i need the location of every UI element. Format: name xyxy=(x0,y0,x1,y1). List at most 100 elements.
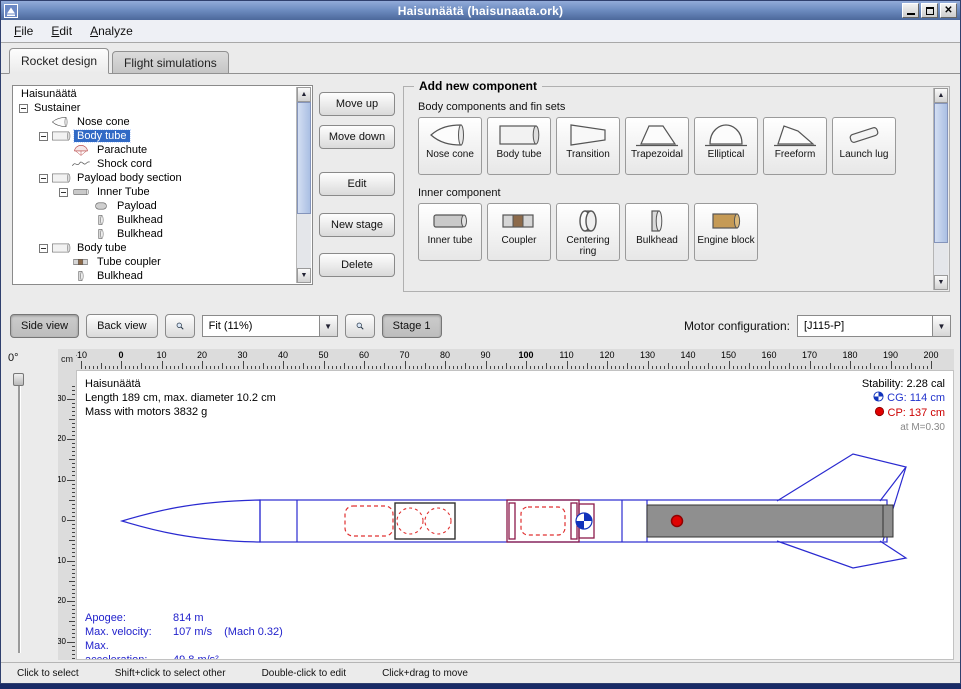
ruler-tick xyxy=(688,361,689,369)
parachute-icon xyxy=(71,144,91,156)
chevron-down-icon[interactable]: ▼ xyxy=(319,316,337,336)
ruler-tick xyxy=(72,585,75,586)
inner-tube-outline[interactable] xyxy=(395,503,455,539)
delete-button[interactable]: Delete xyxy=(319,253,395,277)
scroll-down-arrow-icon[interactable]: ▼ xyxy=(297,268,311,283)
ruler-tick xyxy=(129,366,130,369)
tree-collapse-handle-icon[interactable] xyxy=(39,132,48,141)
tree-item-sustainer[interactable]: Sustainer xyxy=(14,101,296,115)
add-centering-ring-button[interactable]: Centering ring xyxy=(556,203,620,261)
zoom-select[interactable]: Fit (11%) ▼ xyxy=(202,315,338,337)
ruler-tick xyxy=(769,361,770,369)
tree-item-tube-coupler[interactable]: Tube coupler xyxy=(14,255,296,269)
nose-cone-shape[interactable] xyxy=(122,500,260,542)
maximize-button[interactable] xyxy=(921,3,938,18)
add-coupler-button[interactable]: Coupler xyxy=(487,203,551,261)
close-button[interactable]: ✕ xyxy=(940,3,957,18)
minimize-button[interactable] xyxy=(902,3,919,18)
tree-item-bulkhead[interactable]: Bulkhead xyxy=(14,213,296,227)
ruler-tick xyxy=(830,363,831,369)
tree-collapse-handle-icon[interactable] xyxy=(39,244,48,253)
scrollbar-thumb[interactable] xyxy=(934,103,948,243)
ruler-tick xyxy=(263,363,264,369)
ruler-tick xyxy=(72,475,75,476)
add-nose-cone-button[interactable]: Nose cone xyxy=(418,117,482,175)
tab-flight-simulations[interactable]: Flight simulations xyxy=(112,51,229,74)
tree-item-shock-cord[interactable]: Shock cord xyxy=(14,157,296,171)
ruler-tick xyxy=(882,366,883,369)
scroll-up-arrow-icon[interactable]: ▲ xyxy=(297,87,311,102)
tree-handle-spacer xyxy=(79,230,88,239)
ruler-tick xyxy=(72,492,75,493)
add-elliptical-button[interactable]: Elliptical xyxy=(694,117,758,175)
tree-collapse-handle-icon[interactable] xyxy=(19,104,28,113)
parachute-outline[interactable] xyxy=(345,506,393,536)
ruler-tick xyxy=(72,633,75,634)
scroll-down-arrow-icon[interactable]: ▼ xyxy=(934,275,948,290)
tree-collapse-handle-icon[interactable] xyxy=(39,174,48,183)
zoom-in-button[interactable] xyxy=(345,314,375,338)
tree-item-payload-body-section[interactable]: Payload body section xyxy=(14,171,296,185)
tree-item-bulkhead[interactable]: Bulkhead xyxy=(14,227,296,241)
cp-marker xyxy=(672,516,683,527)
side-view-button[interactable]: Side view xyxy=(10,314,79,338)
add-inner-tube-button[interactable]: Inner tube xyxy=(418,203,482,261)
move-up-button[interactable]: Move up xyxy=(319,92,395,116)
menu-analyze[interactable]: Analyze xyxy=(81,21,142,41)
ruler-tick xyxy=(453,366,454,369)
ruler-tick xyxy=(481,366,482,369)
tree-item-inner-tube[interactable]: Inner Tube xyxy=(14,185,296,199)
tree-item-label: Bulkhead xyxy=(114,228,166,240)
max-acceleration-row: Max. acceleration:49.8 m/s² xyxy=(85,639,283,660)
add-body-tube-button[interactable]: Body tube xyxy=(487,117,551,175)
component-button-label: Transition xyxy=(558,149,618,160)
move-down-button[interactable]: Move down xyxy=(319,125,395,149)
edit-button[interactable]: Edit xyxy=(319,172,395,196)
menu-edit[interactable]: Edit xyxy=(42,21,81,41)
zoom-out-button[interactable] xyxy=(165,314,195,338)
add-trapezoidal-button[interactable]: Trapezoidal xyxy=(625,117,689,175)
back-view-button[interactable]: Back view xyxy=(86,314,158,338)
stage-1-toggle-button[interactable]: Stage 1 xyxy=(382,314,442,338)
scroll-up-arrow-icon[interactable]: ▲ xyxy=(934,88,948,103)
rocket-canvas[interactable]: Haisunäätä Length 189 cm, max. diameter … xyxy=(76,370,954,660)
tree-item-haisun-t[interactable]: Haisunäätä xyxy=(14,87,296,101)
tree-collapse-handle-icon[interactable] xyxy=(59,188,68,197)
tree-item-payload[interactable]: Payload xyxy=(14,199,296,213)
application-window: Haisunäätä (haisunaata.ork) ✕ File Edit … xyxy=(0,0,961,684)
new-stage-button[interactable]: New stage xyxy=(319,213,395,237)
chevron-down-icon[interactable]: ▼ xyxy=(932,316,950,336)
add-freeform-button[interactable]: Freeform xyxy=(763,117,827,175)
motor-configuration-select[interactable]: [J115-P] ▼ xyxy=(797,315,951,337)
ruler-tick xyxy=(400,366,401,369)
add-panel-scrollbar[interactable]: ▲ ▼ xyxy=(933,88,948,290)
tree-item-bulkhead[interactable]: Bulkhead xyxy=(14,269,296,283)
tree-scrollbar[interactable]: ▲ ▼ xyxy=(296,87,311,283)
add-bulkhead-button[interactable]: Bulkhead xyxy=(625,203,689,261)
ruler-tick xyxy=(874,366,875,369)
add-launch-lug-button[interactable]: Launch lug xyxy=(832,117,896,175)
tree-item-body-tube[interactable]: Body tube xyxy=(14,241,296,255)
add-engine-block-button[interactable]: Engine block xyxy=(694,203,758,261)
add-transition-button[interactable]: Transition xyxy=(556,117,620,175)
title-bar[interactable]: Haisunäätä (haisunaata.ork) ✕ xyxy=(1,1,960,20)
ruler-tick xyxy=(931,361,932,369)
tree-item-parachute[interactable]: Parachute xyxy=(14,143,296,157)
motor-shape[interactable] xyxy=(647,505,893,537)
rotation-slider[interactable] xyxy=(13,373,25,653)
tree-item-nose-cone[interactable]: Nose cone xyxy=(14,115,296,129)
menu-file[interactable]: File xyxy=(5,21,42,41)
tab-rocket-design[interactable]: Rocket design xyxy=(9,48,109,74)
ruler-tick xyxy=(850,361,851,369)
scrollbar-thumb[interactable] xyxy=(297,102,311,214)
add-component-panel: Add new component Body components and fi… xyxy=(403,86,950,292)
ruler-tick xyxy=(558,366,559,369)
ruler-tick xyxy=(753,366,754,369)
elliptical-fin-icon xyxy=(704,122,748,148)
slider-handle[interactable] xyxy=(13,373,24,386)
ruler-tick xyxy=(72,544,75,545)
tree-item-body-tube[interactable]: Body tube xyxy=(14,129,296,143)
ruler-label: 20 xyxy=(197,350,207,360)
tree-item-label: Body tube xyxy=(74,130,130,142)
payload-parachute-outline[interactable] xyxy=(521,507,565,535)
